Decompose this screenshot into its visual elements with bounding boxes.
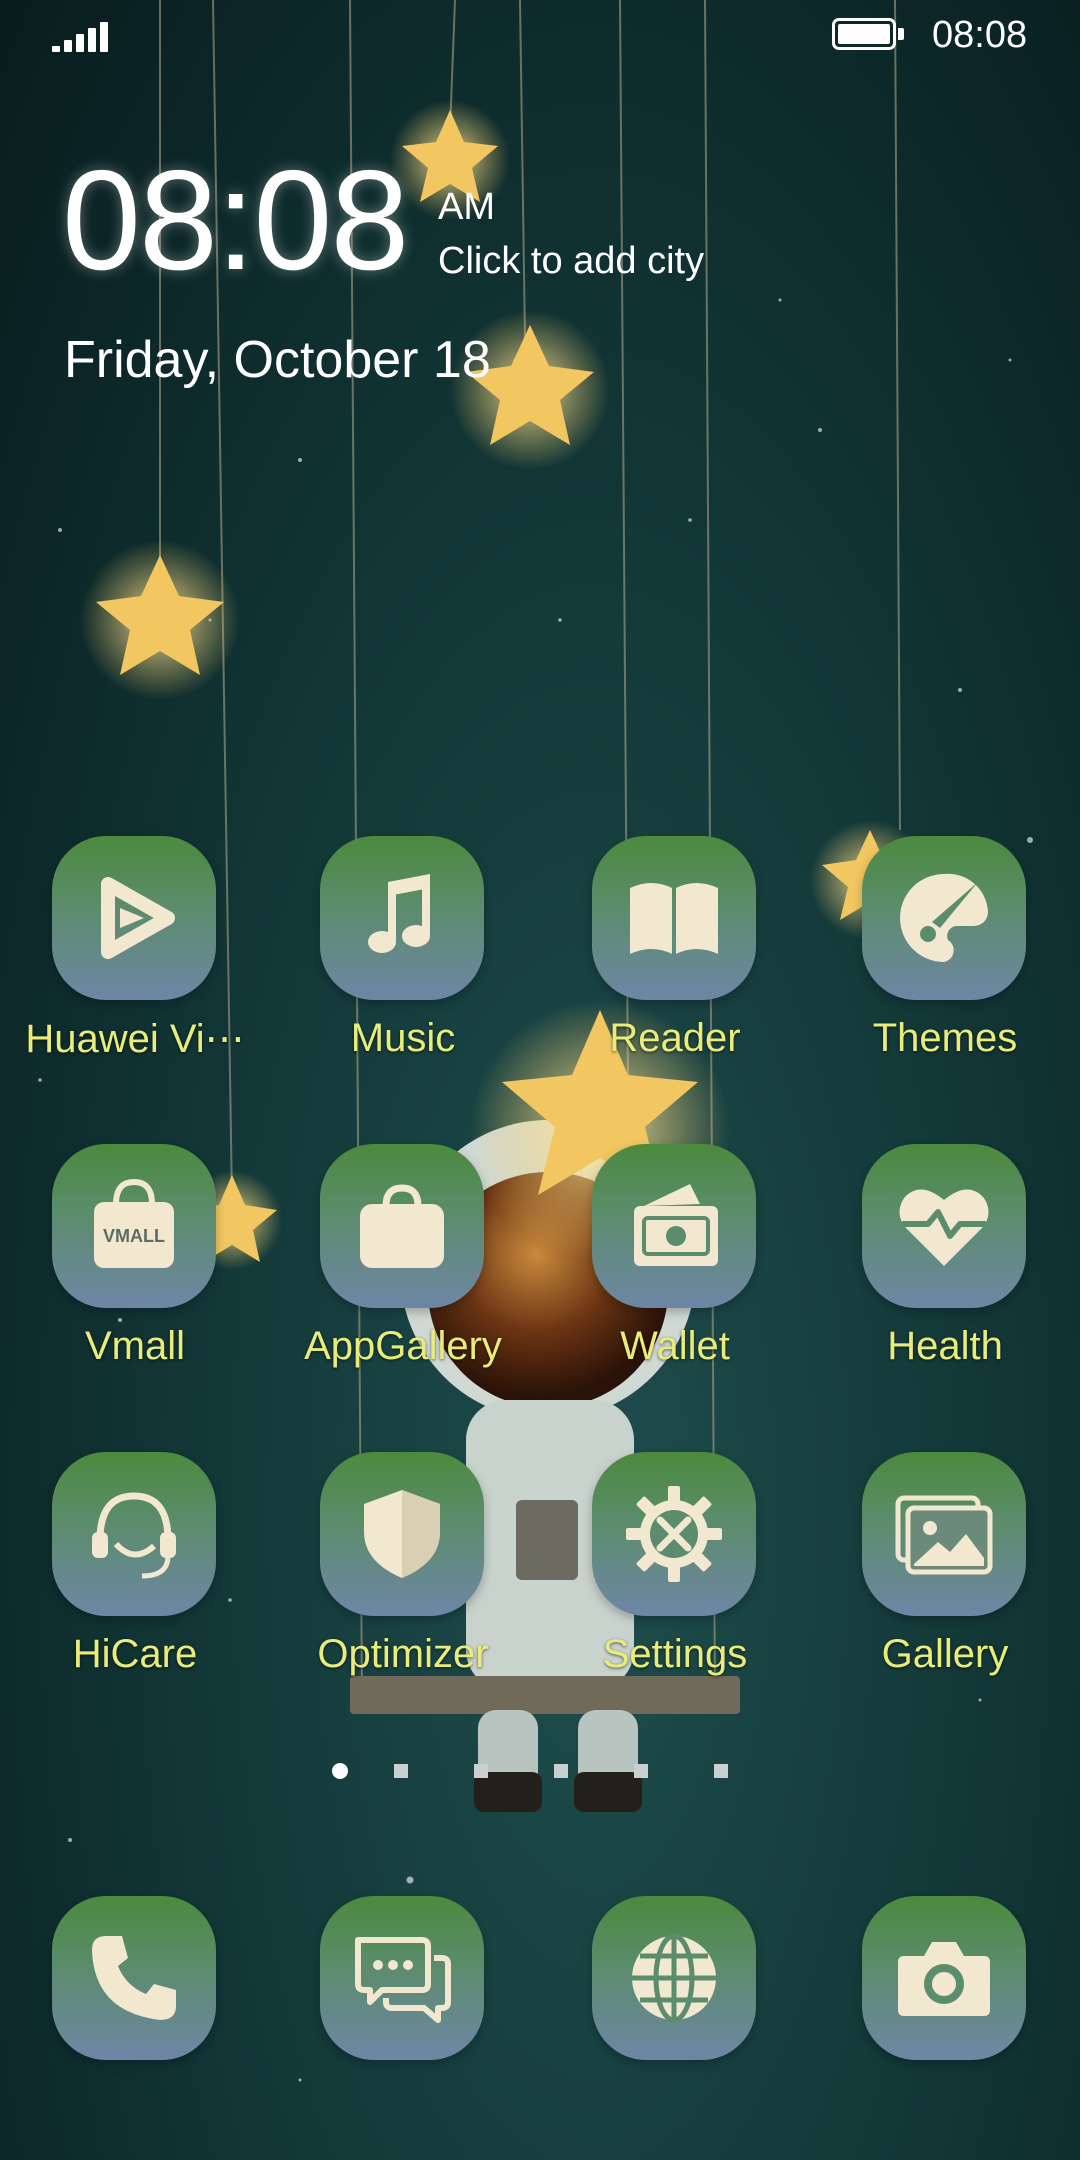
page-dot-6[interactable]: [714, 1764, 728, 1778]
app-label: Reader: [609, 1016, 741, 1060]
app-label: Optimizer: [317, 1632, 489, 1676]
page-indicator[interactable]: [0, 1763, 1080, 1784]
page-dot-2[interactable]: [394, 1764, 408, 1778]
app-label: Huawei Vi⋯: [25, 1017, 245, 1061]
app-label: Wallet: [620, 1324, 730, 1368]
phone-icon: [92, 1936, 176, 2020]
app-label: AppGallery: [304, 1324, 502, 1368]
headset-agent-icon: [92, 1492, 176, 1579]
status-time: 08:08: [932, 14, 1028, 56]
home-screen: 08:08 08:08 AM Click to add city Friday,…: [0, 0, 1080, 2160]
app-settings[interactable]: Settings: [540, 1452, 810, 1692]
app-label: HiCare: [72, 1632, 198, 1676]
app-label: Settings: [602, 1632, 748, 1676]
dock-messages[interactable]: [268, 1896, 538, 2136]
clock-ampm: AM: [438, 186, 495, 228]
page-dot-3[interactable]: [474, 1764, 488, 1778]
app-hicare[interactable]: HiCare: [0, 1452, 270, 1692]
app-wallet[interactable]: Wallet: [540, 1144, 810, 1384]
app-optimizer[interactable]: Optimizer: [268, 1452, 538, 1692]
clock-date[interactable]: Friday, October 18: [64, 330, 491, 390]
video-play-icon: [101, 877, 175, 959]
photo-icon: [895, 1495, 993, 1575]
app-huawei-video[interactable]: Huawei Vi⋯: [0, 836, 270, 1076]
heart-icon: [899, 1189, 989, 1266]
battery-icon: [832, 18, 906, 52]
app-health[interactable]: Health: [810, 1144, 1080, 1384]
app-reader[interactable]: Reader: [540, 836, 810, 1076]
page-dot-4[interactable]: [554, 1764, 568, 1778]
app-gallery[interactable]: Gallery: [810, 1452, 1080, 1692]
app-label: Music: [350, 1016, 456, 1060]
page-dot-5[interactable]: [634, 1764, 648, 1778]
vmall-logo-text: VMALL: [103, 1226, 165, 1246]
status-bar: 08:08: [0, 0, 1080, 72]
app-label: Health: [887, 1324, 1003, 1368]
briefcase-icon: [360, 1184, 444, 1268]
messages-icon: [355, 1937, 451, 2023]
app-label: Vmall: [84, 1324, 186, 1368]
app-appgallery[interactable]: AppGallery: [268, 1144, 538, 1384]
app-label: Themes: [872, 1016, 1018, 1060]
dock-browser[interactable]: [540, 1896, 810, 2136]
wallpaper-astronaut-stars: [38, 0, 1033, 2082]
globe-icon: [632, 1933, 716, 2023]
camera-icon: [898, 1942, 990, 2016]
wallet-icon: [634, 1184, 718, 1266]
book-icon: [630, 883, 718, 954]
paintbrush-icon: [900, 873, 988, 962]
shield-icon: [364, 1490, 440, 1578]
add-city-link[interactable]: Click to add city: [438, 240, 704, 283]
music-note-icon: [368, 874, 430, 953]
dock-camera[interactable]: [810, 1896, 1080, 2136]
page-dot-1-active[interactable]: [332, 1763, 348, 1779]
shopping-bag-icon: VMALL: [94, 1178, 174, 1268]
gear-tools-icon: [626, 1486, 722, 1582]
app-music[interactable]: Music: [268, 836, 538, 1076]
clock-time[interactable]: 08:08: [62, 150, 409, 292]
dock-phone[interactable]: [0, 1896, 270, 2136]
signal-icon: [52, 22, 112, 52]
app-themes[interactable]: Themes: [810, 836, 1080, 1076]
app-label: Gallery: [881, 1632, 1009, 1676]
app-vmall[interactable]: VMALL Vmall: [0, 1144, 270, 1384]
